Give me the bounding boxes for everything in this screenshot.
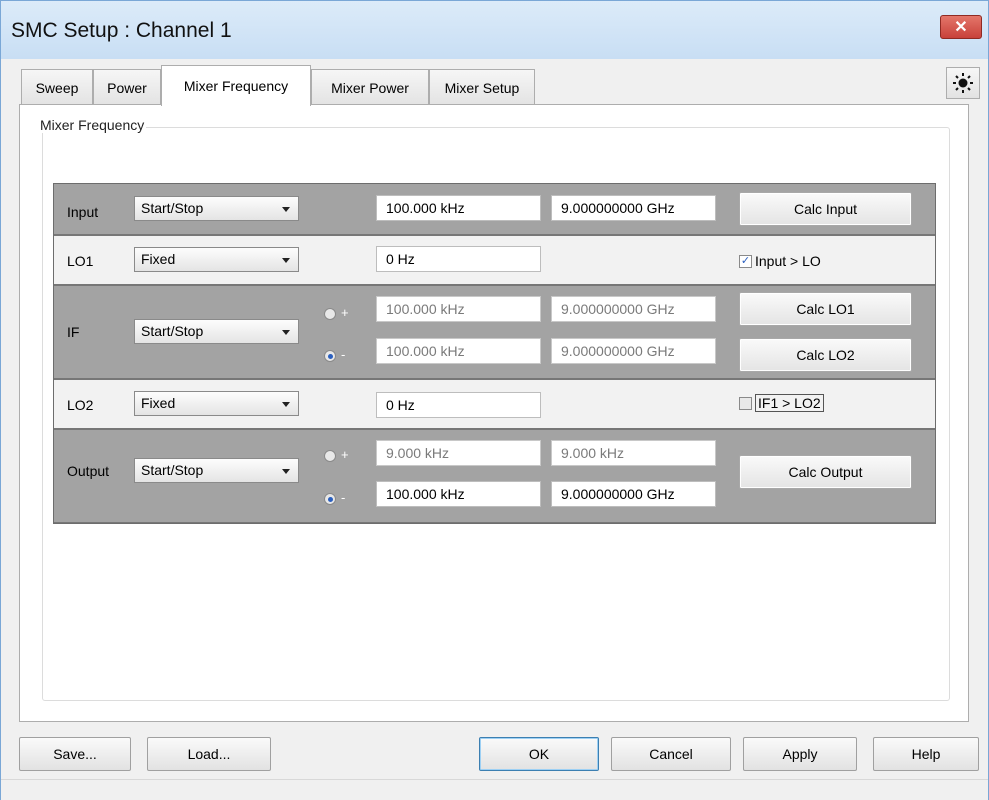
if1-gt-lo2-label: IF1 > LO2 [755,394,824,412]
status-strip [1,779,988,800]
ok-button[interactable]: OK [479,737,599,771]
output-minus-stop-field[interactable]: 9.000000000 GHz [551,481,716,507]
if-minus-stop-field[interactable]: 9.000000000 GHz [551,338,716,364]
lo1-mode-value: Fixed [141,251,176,267]
title-bar[interactable]: SMC Setup : Channel 1 ✕ [1,1,988,59]
input-gt-lo-label: Input > LO [755,253,821,269]
tab-mixer-setup[interactable]: Mixer Setup [429,69,535,105]
calc-lo1-button[interactable]: Calc LO1 [739,292,912,326]
lo1-value-field[interactable]: 0 Hz [376,246,541,272]
cancel-button[interactable]: Cancel [611,737,731,771]
lo2-mode-value: Fixed [141,395,176,411]
lo2-value-field[interactable]: 0 Hz [376,392,541,418]
if1-gt-lo2-checkbox[interactable] [739,397,752,410]
calc-input-button[interactable]: Calc Input [739,192,912,226]
if-label: IF [67,324,80,340]
lo1-mode-select[interactable]: Fixed [134,247,299,272]
dropdown-arrow-icon [282,330,290,335]
tab-power[interactable]: Power [93,69,161,105]
output-minus-radio[interactable] [324,493,336,505]
dropdown-arrow-icon [282,207,290,212]
output-label: Output [67,463,110,479]
input-label: Input [67,204,99,220]
if-plus-sign: + [341,305,349,320]
tab-sweep[interactable]: Sweep [21,69,93,105]
input-mode-select[interactable]: Start/Stop [134,196,299,221]
output-plus-radio[interactable] [324,450,336,462]
calc-lo2-button[interactable]: Calc LO2 [739,338,912,372]
lo2-row: LO2 Fixed 0 Hz IF1 > LO2 [53,379,936,429]
load-button[interactable]: Load... [147,737,271,771]
input-start-field[interactable]: 100.000 kHz [376,195,541,221]
tab-mixer-frequency[interactable]: Mixer Frequency [161,65,311,106]
brightness-button[interactable] [946,67,980,99]
if-minus-radio[interactable] [324,350,336,362]
if-plus-start-field[interactable]: 100.000 kHz [376,296,541,322]
output-row: Output Start/Stop + - 9.000 kHz 9.000 kH… [53,429,936,523]
group-label: Mixer Frequency [38,117,147,133]
output-minus-sign: - [341,490,346,505]
output-mode-value: Start/Stop [141,462,204,478]
tab-mixer-power[interactable]: Mixer Power [311,69,429,105]
input-row: Input Start/Stop 100.000 kHz 9.000000000… [53,183,936,235]
if-minus-start-field[interactable]: 100.000 kHz [376,338,541,364]
input-gt-lo-checkbox[interactable]: ✓ [739,255,752,268]
apply-button[interactable]: Apply [743,737,857,771]
dropdown-arrow-icon [282,469,290,474]
tab-bar: Sweep Power Mixer Frequency Mixer Power … [1,65,989,106]
close-icon: ✕ [954,19,968,36]
lo2-mode-select[interactable]: Fixed [134,391,299,416]
output-plus-sign: + [341,447,349,462]
if-plus-stop-field[interactable]: 9.000000000 GHz [551,296,716,322]
lo1-row: LO1 Fixed 0 Hz ✓ Input > LO [53,235,936,285]
if-plus-radio[interactable] [324,308,336,320]
close-button[interactable]: ✕ [940,15,982,39]
help-button[interactable]: Help [873,737,979,771]
calc-output-button[interactable]: Calc Output [739,455,912,489]
dropdown-arrow-icon [282,402,290,407]
save-button[interactable]: Save... [19,737,131,771]
lo1-label: LO1 [67,253,94,269]
if-minus-sign: - [341,347,346,362]
if-mode-select[interactable]: Start/Stop [134,319,299,344]
input-mode-value: Start/Stop [141,200,204,216]
dropdown-arrow-icon [282,258,290,263]
brightness-sun-icon [953,73,973,93]
lo2-label: LO2 [67,397,94,413]
output-plus-start-field[interactable]: 9.000 kHz [376,440,541,466]
output-plus-stop-field[interactable]: 9.000 kHz [551,440,716,466]
if-mode-value: Start/Stop [141,323,204,339]
mixer-frequency-page: Mixer Frequency Input Start/Stop 100.000… [19,104,969,722]
output-minus-start-field[interactable]: 100.000 kHz [376,481,541,507]
window-title: SMC Setup : Channel 1 [11,19,232,42]
smc-setup-dialog: SMC Setup : Channel 1 ✕ Sweep Power Mixe… [0,0,989,800]
output-mode-select[interactable]: Start/Stop [134,458,299,483]
if-row: IF Start/Stop + - 100.000 kHz 9.00000000… [53,285,936,379]
input-stop-field[interactable]: 9.000000000 GHz [551,195,716,221]
